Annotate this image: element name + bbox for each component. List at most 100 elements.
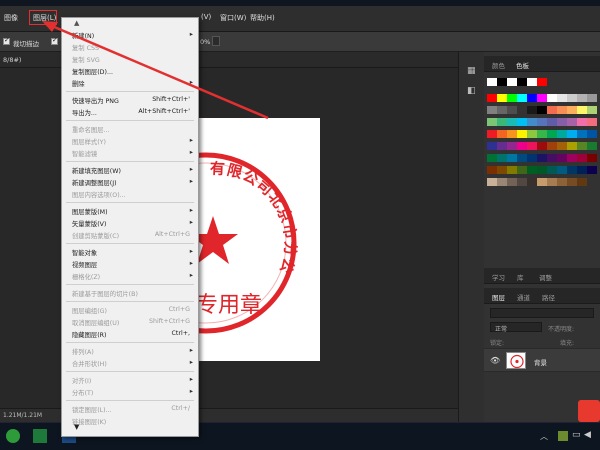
menu-item[interactable]: 新建调整图层(J) ▸ xyxy=(62,176,198,188)
color-swatch[interactable] xyxy=(557,178,567,186)
color-swatch[interactable] xyxy=(497,94,507,102)
menu-item[interactable]: 删除 ▸ xyxy=(62,77,198,89)
color-swatch[interactable] xyxy=(527,94,537,102)
color-swatch[interactable] xyxy=(487,94,497,102)
eye-icon[interactable]: 👁 xyxy=(490,356,500,365)
color-swatch[interactable] xyxy=(487,130,497,138)
menu-item[interactable]: 图层蒙版(M) ▸ xyxy=(62,205,198,217)
color-swatch[interactable] xyxy=(507,106,517,114)
color-swatch[interactable] xyxy=(557,118,567,126)
color-swatch[interactable] xyxy=(537,118,547,126)
color-swatch[interactable] xyxy=(507,142,517,150)
color-swatch[interactable] xyxy=(587,166,597,174)
menu-item[interactable]: 新建(N) ▸ xyxy=(62,29,198,41)
color-swatch[interactable] xyxy=(507,178,517,186)
checkbox-1[interactable] xyxy=(3,36,10,45)
scroll-up-icon[interactable]: ▲ xyxy=(74,19,79,27)
color-swatch[interactable] xyxy=(507,154,517,162)
color-swatch[interactable] xyxy=(497,78,507,86)
color-swatch[interactable] xyxy=(527,106,537,114)
color-swatch[interactable] xyxy=(487,78,497,86)
history-icon[interactable]: ▦ xyxy=(467,66,476,76)
color-swatch[interactable] xyxy=(487,166,497,174)
color-swatch[interactable] xyxy=(547,154,557,162)
color-swatch[interactable] xyxy=(577,118,587,126)
color-swatch[interactable] xyxy=(567,94,577,102)
tab-adjustments[interactable]: 调整 xyxy=(539,272,552,282)
color-swatch[interactable] xyxy=(487,154,497,162)
excel-icon[interactable] xyxy=(33,429,47,443)
color-swatch[interactable] xyxy=(577,142,587,150)
color-swatch[interactable] xyxy=(527,78,537,86)
color-swatch[interactable] xyxy=(487,142,497,150)
menu-help[interactable]: 帮助(H) xyxy=(250,13,275,23)
menu-item[interactable]: 智能对象 ▸ xyxy=(62,246,198,258)
color-swatch[interactable] xyxy=(497,142,507,150)
color-swatch[interactable] xyxy=(497,166,507,174)
color-swatch[interactable] xyxy=(587,142,597,150)
menu-item[interactable]: 隐藏图层(R) Ctrl+, xyxy=(62,328,198,340)
color-swatch[interactable] xyxy=(557,154,567,162)
color-swatch[interactable] xyxy=(507,166,517,174)
color-swatch[interactable] xyxy=(517,94,527,102)
color-swatch[interactable] xyxy=(527,178,537,186)
color-swatch[interactable] xyxy=(547,106,557,114)
menu-image[interactable]: 图像 xyxy=(4,13,18,23)
tab-channels[interactable]: 通道 xyxy=(517,292,530,302)
adjust-icon[interactable]: ◧ xyxy=(467,86,476,96)
checkbox-2[interactable] xyxy=(51,36,58,45)
color-swatch[interactable] xyxy=(497,154,507,162)
color-swatch[interactable] xyxy=(547,166,557,174)
color-swatch[interactable] xyxy=(497,178,507,186)
volume-icon[interactable]: ◀ xyxy=(584,430,591,440)
layer-row-background[interactable]: 👁 背景 xyxy=(484,348,600,372)
color-swatch[interactable] xyxy=(577,106,587,114)
color-swatch[interactable] xyxy=(547,178,557,186)
color-swatch[interactable] xyxy=(577,94,587,102)
color-swatch[interactable] xyxy=(537,154,547,162)
color-swatch[interactable] xyxy=(567,178,577,186)
color-swatch[interactable] xyxy=(557,166,567,174)
layer-filter[interactable] xyxy=(490,308,594,318)
color-swatch[interactable] xyxy=(587,154,597,162)
color-swatch[interactable] xyxy=(567,130,577,138)
color-swatch[interactable] xyxy=(517,154,527,162)
color-swatch[interactable] xyxy=(527,142,537,150)
option-dropdown[interactable] xyxy=(212,36,220,46)
blend-mode-select[interactable]: 正常 xyxy=(490,322,542,333)
menu-window[interactable]: 窗口(W) xyxy=(220,13,246,23)
color-swatch[interactable] xyxy=(537,94,547,102)
color-swatch[interactable] xyxy=(517,178,527,186)
menu-view[interactable]: (V) xyxy=(201,13,211,21)
color-swatch[interactable] xyxy=(547,130,557,138)
menu-item[interactable]: 视频图层 ▸ xyxy=(62,258,198,270)
tab-paths[interactable]: 路径 xyxy=(542,292,555,302)
color-swatch[interactable] xyxy=(517,118,527,126)
color-swatch[interactable] xyxy=(557,94,567,102)
color-swatch[interactable] xyxy=(577,166,587,174)
color-swatch[interactable] xyxy=(487,118,497,126)
tray-chevron-icon[interactable]: ︿ xyxy=(540,431,548,442)
color-swatch[interactable] xyxy=(517,142,527,150)
color-swatch[interactable] xyxy=(517,166,527,174)
color-swatch[interactable] xyxy=(557,106,567,114)
color-swatch[interactable] xyxy=(587,94,597,102)
color-swatch[interactable] xyxy=(587,130,597,138)
network-icon[interactable]: ▭ xyxy=(572,430,581,440)
start-icon[interactable] xyxy=(6,429,20,443)
color-swatch[interactable] xyxy=(567,106,577,114)
tab-learn[interactable]: 学习 xyxy=(492,272,505,282)
color-swatch[interactable] xyxy=(517,130,527,138)
color-swatch[interactable] xyxy=(487,178,497,186)
color-swatch[interactable] xyxy=(527,130,537,138)
tab-library[interactable]: 库 xyxy=(517,272,524,282)
color-swatch[interactable] xyxy=(557,130,567,138)
color-swatch[interactable] xyxy=(587,118,597,126)
tray-app-icon[interactable] xyxy=(558,431,568,441)
color-swatch[interactable] xyxy=(537,106,547,114)
tab-color[interactable]: 颜色 xyxy=(492,60,505,70)
color-swatch[interactable] xyxy=(567,154,577,162)
menu-item[interactable]: 矢量蒙版(V) ▸ xyxy=(62,217,198,229)
menu-item[interactable]: 新建填充图层(W) ▸ xyxy=(62,164,198,176)
document-canvas[interactable]: 有限公司北京市分公司 专用章 xyxy=(196,118,320,361)
